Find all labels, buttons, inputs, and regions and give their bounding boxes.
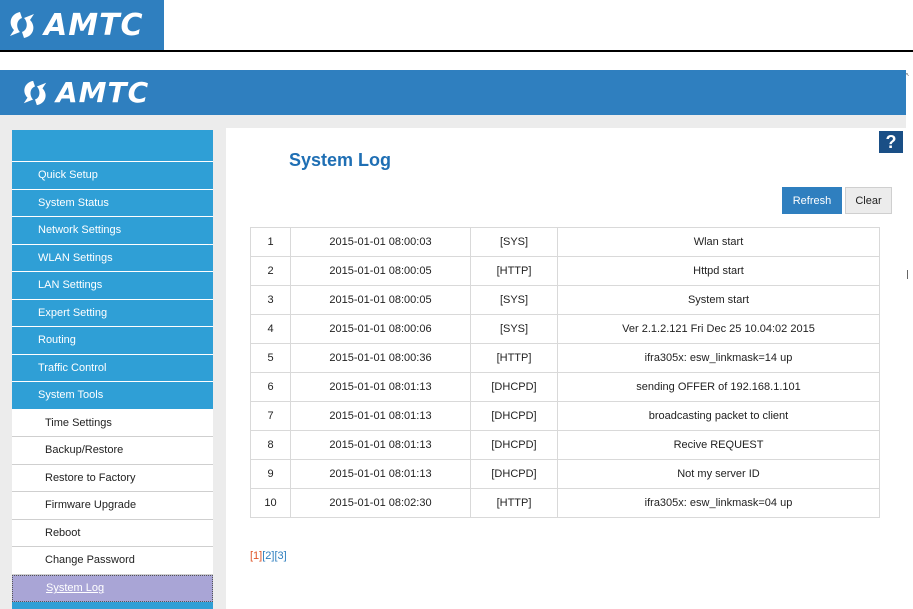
page-title: System Log <box>289 150 392 170</box>
page-link-1[interactable]: [1] <box>250 550 262 562</box>
table-row: 9 2015-01-01 08:01:13 [DHCPD] Not my server… <box>250 459 880 489</box>
table-row: 6 2015-01-01 08:01:13 [DHCPD] sending OFFER… <box>250 372 880 402</box>
sidebar-bottom <box>12 602 213 609</box>
sidebar-subitem-reboot[interactable]: Reboot <box>12 519 213 547</box>
sidebar-subitem-change-password[interactable]: Change Password <box>12 547 213 575</box>
sidebar-item-system-tools[interactable]: System Tools <box>12 382 213 410</box>
main-panel: System Log ? Refresh Clear 1 2015-01-01 0… <box>226 128 906 609</box>
sidebar-top <box>12 130 213 162</box>
table-row: 4 2015-01-01 08:00:06 [SYS] Ver 2.1.2.121 F… <box>250 314 880 344</box>
header-rule <box>0 50 913 52</box>
sidebar-item-quick-setup[interactable]: Quick Setup <box>12 162 213 190</box>
document-logo: AMTC <box>0 0 164 50</box>
page-link-3[interactable]: [3] <box>274 550 286 562</box>
table-row: 10 2015-01-01 08:02:30 [HTTP] ifra305x: esw… <box>250 488 880 518</box>
pagination: [1] [2] [3] <box>250 550 287 562</box>
table-row: 7 2015-01-01 08:01:13 [DHCPD] broadcasting … <box>250 401 880 431</box>
system-log-table: 1 2015-01-01 08:00:03 [SYS] Wlan start 2 201… <box>250 227 880 518</box>
sidebar-item-expert-setting[interactable]: Expert Setting <box>12 299 213 327</box>
router-admin-app: AMTC Quick Setup System Status Network S… <box>0 70 906 609</box>
sidebar: Quick Setup System Status Network Settin… <box>12 130 213 609</box>
document-header: AMTC <box>0 0 913 52</box>
table-row: 2 2015-01-01 08:00:05 [HTTP] Httpd start <box>250 256 880 286</box>
sidebar-item-lan-settings[interactable]: LAN Settings <box>12 272 213 300</box>
sidebar-item-routing[interactable]: Routing <box>12 327 213 355</box>
sidebar-subitem-system-log[interactable]: System Log <box>12 574 213 602</box>
app-logo: AMTC <box>20 76 149 109</box>
clear-button[interactable]: Clear <box>845 187 892 214</box>
page-link-2[interactable]: [2] <box>262 550 274 562</box>
help-icon[interactable]: ? <box>879 131 903 153</box>
brand-name: AMTC <box>44 7 144 43</box>
brand-swirl-icon <box>23 80 47 105</box>
sidebar-item-traffic-control[interactable]: Traffic Control <box>12 354 213 382</box>
sidebar-subitem-time-settings[interactable]: Time Settings <box>12 409 213 437</box>
table-row: 1 2015-01-01 08:00:03 [SYS] Wlan start <box>250 227 880 257</box>
sidebar-item-wlan-settings[interactable]: WLAN Settings <box>12 244 213 272</box>
brand-name: AMTC <box>56 76 150 109</box>
table-row: 5 2015-01-01 08:00:36 [HTTP] ifra305x: esw_… <box>250 343 880 373</box>
brand-logo: AMTC <box>6 8 144 43</box>
sidebar-subitem-restore-to-factory[interactable]: Restore to Factory <box>12 464 213 492</box>
sidebar-item-network-settings[interactable]: Network Settings <box>12 217 213 245</box>
table-row: 3 2015-01-01 08:00:05 [SYS] System start <box>250 285 880 315</box>
app-body: Quick Setup System Status Network Settin… <box>0 115 906 609</box>
brand-swirl-icon <box>10 12 34 38</box>
sidebar-subitem-firmware-upgrade[interactable]: Firmware Upgrade <box>12 492 213 520</box>
app-header: AMTC <box>0 70 906 115</box>
refresh-button[interactable]: Refresh <box>782 187 842 214</box>
sidebar-item-system-status[interactable]: System Status <box>12 189 213 217</box>
sidebar-subitem-backup-restore[interactable]: Backup/Restore <box>12 437 213 465</box>
table-row: 8 2015-01-01 08:01:13 [DHCPD] Recive REQUES… <box>250 430 880 460</box>
